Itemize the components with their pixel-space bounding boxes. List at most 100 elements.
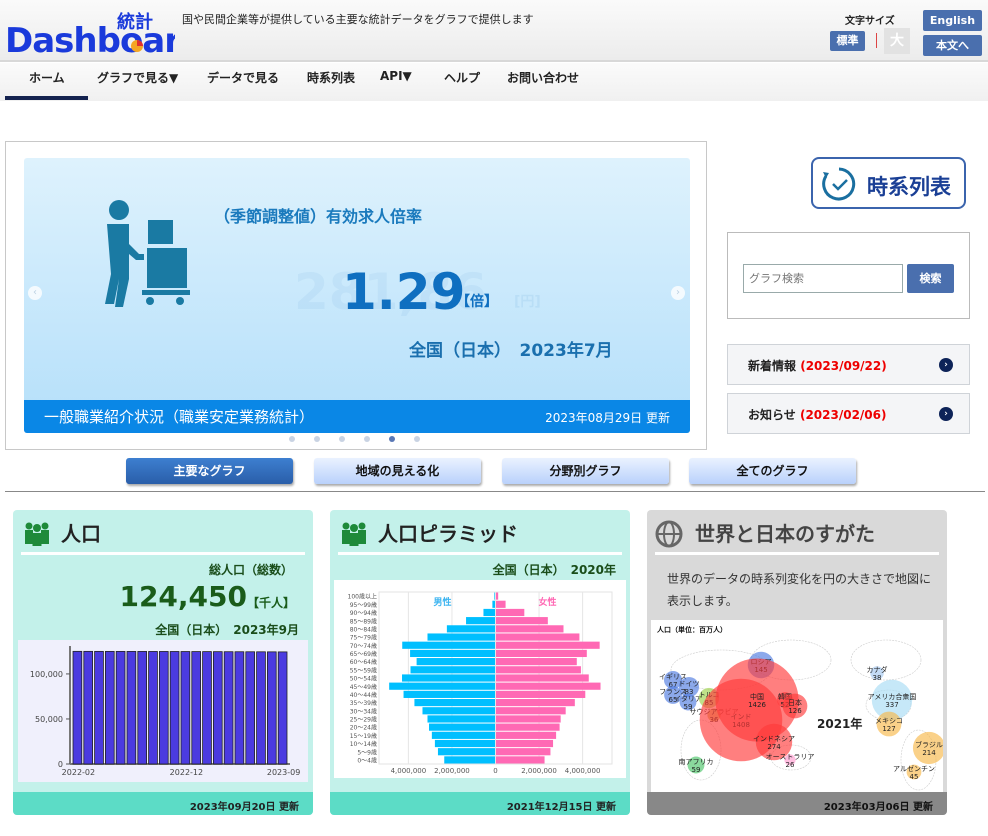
population-card[interactable]: 人口 総人口（総数） 124,450 【千人】 全国（日本） 2023年9月 0… xyxy=(13,510,313,815)
y-tick-label: 20～24歳 xyxy=(350,724,377,732)
male-bar xyxy=(427,633,495,641)
nav-graphs[interactable]: グラフで見る▼ xyxy=(97,69,178,86)
bar xyxy=(180,651,191,765)
carousel-dot[interactable] xyxy=(389,436,395,442)
female-bar xyxy=(496,633,580,641)
x-tick-label: 4,000,000 xyxy=(391,767,427,775)
pyramid-card[interactable]: 人口ピラミッド 全国（日本） 2020年 4,000,000 2,000,000 0… xyxy=(330,510,630,815)
prev-slide-button[interactable]: ‹ xyxy=(28,286,42,300)
female-bar xyxy=(496,617,548,625)
worker-cart-icon xyxy=(105,200,190,307)
divider xyxy=(876,33,877,48)
female-bar xyxy=(496,592,499,600)
carousel-dot[interactable] xyxy=(314,436,320,442)
world-card[interactable]: 世界と日本のすがた 世界のデータの時系列変化を円の大きさで地図に表示します。 ロ… xyxy=(647,510,947,815)
legend-female: 女性 xyxy=(538,596,556,608)
male-bar xyxy=(437,748,495,756)
carousel-dot[interactable] xyxy=(414,436,420,442)
male-bar xyxy=(402,641,495,649)
search-button[interactable]: 検索 xyxy=(907,264,954,293)
nav-home[interactable]: ホーム xyxy=(29,69,65,86)
font-standard-button[interactable]: 標準 xyxy=(830,31,865,51)
bar xyxy=(266,651,277,765)
updated-date: 2023年03月06日 更新 xyxy=(647,792,947,815)
bubble-value: 1426 xyxy=(748,701,766,709)
main-nav: ホーム グラフで見る▼ データで見る 時系列表 API▼ ヘルプ お問い合わせ xyxy=(0,63,988,101)
next-slide-button[interactable]: › xyxy=(671,286,685,300)
subtitle: 総人口（総数） xyxy=(208,563,293,577)
y-tick-label: 55～59歳 xyxy=(350,666,377,674)
male-bar xyxy=(431,731,495,739)
people-icon xyxy=(342,522,366,546)
carousel-dot[interactable] xyxy=(364,436,370,442)
y-tick-label: 25～29歳 xyxy=(350,716,377,724)
population-bar-chart: 050,000100,0002022-02 2022-12 2023-09 xyxy=(18,640,308,782)
tab-all-graphs[interactable]: 全てのグラフ xyxy=(689,458,856,484)
nav-help[interactable]: ヘルプ xyxy=(444,69,480,86)
news-item[interactable]: 新着情報 (2023/09/22) › xyxy=(727,344,970,385)
bubble-value: 59 xyxy=(692,766,701,774)
bubble-value: 274 xyxy=(767,743,781,751)
carousel-dot[interactable] xyxy=(339,436,345,442)
y-tick-label: 15～19歳 xyxy=(350,732,377,740)
bubble-value: 214 xyxy=(922,749,936,757)
bubble-label: カナダ xyxy=(867,665,888,674)
male-bar xyxy=(402,674,495,682)
female-bar xyxy=(496,658,577,666)
male-bar xyxy=(389,682,495,690)
header: Dashboard統計 国や民間企業等が提供している主要な統計データをグラフで提… xyxy=(0,0,988,62)
male-bar xyxy=(483,608,495,617)
graph-search-input[interactable] xyxy=(743,264,903,293)
female-bar xyxy=(496,649,587,658)
female-bar xyxy=(496,707,566,715)
skip-to-content-button[interactable]: 本文へ xyxy=(923,35,982,56)
description: 世界のデータの時系列変化を円の大きさで地図に表示します。 xyxy=(667,572,932,608)
male-bar xyxy=(422,707,495,715)
nav-data[interactable]: データで見る xyxy=(207,69,279,86)
bubble-label: ブラジル xyxy=(915,740,943,749)
tab-regional[interactable]: 地域の見える化 xyxy=(314,458,481,484)
bubble-label: 中国 xyxy=(750,692,764,701)
y-tick-label: 30～34歳 xyxy=(350,707,377,715)
nav-contact[interactable]: お問い合わせ xyxy=(507,69,579,86)
divider xyxy=(655,552,939,555)
male-bar xyxy=(410,666,495,674)
bubble-label: ドイツ xyxy=(679,680,700,688)
male-bar xyxy=(494,592,495,600)
news-label: お知らせ xyxy=(748,408,796,422)
map-year: 2021年 xyxy=(817,716,862,731)
font-large-button[interactable]: 大 xyxy=(884,28,910,54)
notice-item[interactable]: お知らせ (2023/02/06) › xyxy=(727,393,970,434)
carousel: （季節調整値）有効求人倍率 281,86 1.29 【倍】 [円] 全国（日本）… xyxy=(5,141,707,450)
female-bar xyxy=(496,641,600,649)
nav-timeseries[interactable]: 時系列表 xyxy=(307,69,355,86)
carousel-dot[interactable] xyxy=(289,436,295,442)
bubble-label: 日本 xyxy=(788,698,802,707)
female-bar xyxy=(496,731,557,739)
male-bar xyxy=(466,617,495,625)
bar xyxy=(212,651,223,765)
updated-date: 2023年09月20日 更新 xyxy=(13,792,313,815)
x-tick-label: 2023-09 xyxy=(267,768,300,777)
bar xyxy=(191,651,202,765)
english-button[interactable]: English xyxy=(923,10,982,31)
tab-main-graphs[interactable]: 主要なグラフ xyxy=(126,458,293,484)
carousel-slide[interactable]: （季節調整値）有効求人倍率 281,86 1.29 【倍】 [円] 全国（日本）… xyxy=(24,158,690,433)
world-bubble-map: ロシア145イギリス67ドイツ83フランス65イタリア59トルコ85サウジアラビ… xyxy=(651,620,943,797)
bubble-label: アルゼンチン xyxy=(893,764,935,773)
female-bar xyxy=(496,666,581,674)
y-tick-label: 100,000 xyxy=(30,670,63,679)
y-tick-label: 35～39歳 xyxy=(350,699,377,707)
male-bar xyxy=(414,698,495,707)
y-tick-label: 50～54歳 xyxy=(350,675,377,683)
bar xyxy=(94,650,104,765)
nav-api[interactable]: API▼ xyxy=(380,69,412,83)
bubble-label: オーストラリア xyxy=(766,753,815,761)
logo[interactable]: Dashboard統計 xyxy=(5,8,204,61)
source-name: 一般職業紹介状況（職業安定業務統計） xyxy=(44,408,315,426)
female-bar xyxy=(496,674,589,682)
clock-icon xyxy=(822,167,856,201)
y-tick-label: 80～84歳 xyxy=(350,625,377,633)
timeseries-button[interactable]: 時系列表 xyxy=(811,157,966,209)
tab-by-field[interactable]: 分野別グラフ xyxy=(502,458,669,484)
